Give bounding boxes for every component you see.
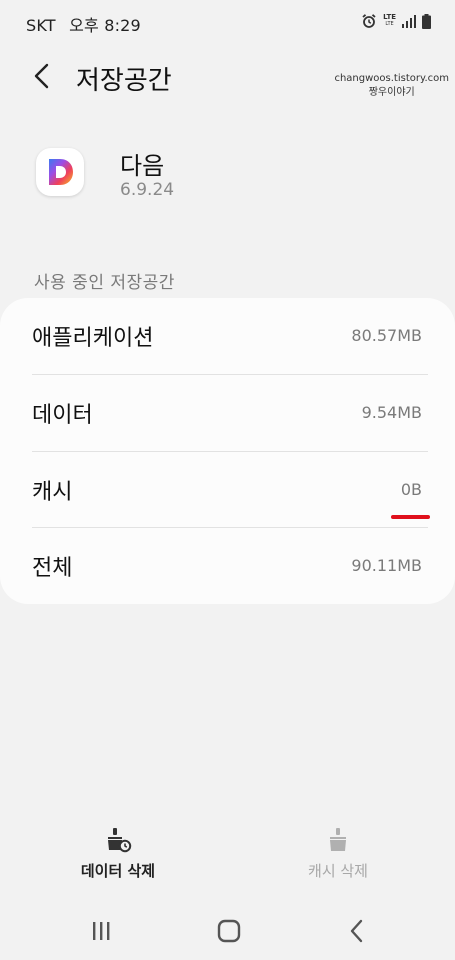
clock: 오후 8:29 bbox=[69, 16, 141, 35]
broom-clear-data-icon bbox=[108, 828, 132, 853]
storage-row-total: 전체 90.11MB bbox=[32, 528, 428, 604]
navigation-bar bbox=[0, 902, 455, 960]
back-nav-button[interactable] bbox=[342, 916, 372, 946]
status-icons: LTE LTE bbox=[361, 12, 431, 30]
header: 저장공간 changwoos.tistory.com 짱우이야기 bbox=[0, 52, 455, 100]
watermark: changwoos.tistory.com 짱우이야기 bbox=[334, 72, 449, 100]
home-button[interactable] bbox=[214, 916, 244, 946]
storage-screen: SKT 오후 8:29 LTE LTE 저장공간 changwoos.tisto… bbox=[0, 0, 455, 960]
cache-highlight-underline bbox=[391, 515, 430, 519]
clear-data-button[interactable]: 데이터 삭제 bbox=[28, 812, 208, 890]
app-name: 다음 bbox=[120, 152, 165, 180]
chevron-left-icon bbox=[34, 63, 49, 89]
carrier-label: SKT bbox=[26, 16, 56, 35]
row-label: 전체 bbox=[32, 556, 73, 581]
status-left: SKT 오후 8:29 bbox=[26, 12, 141, 36]
battery-icon bbox=[422, 13, 431, 29]
row-value: 0B bbox=[400, 480, 422, 499]
alarm-icon bbox=[362, 14, 376, 28]
daum-app-icon bbox=[36, 148, 84, 196]
row-label: 애플리케이션 bbox=[32, 326, 154, 351]
status-bar: SKT 오후 8:29 LTE LTE bbox=[0, 0, 455, 42]
home-icon bbox=[217, 919, 241, 943]
clear-cache-label: 캐시 삭제 bbox=[308, 862, 368, 880]
lte-icon: LTE LTE bbox=[383, 13, 396, 28]
storage-card: 애플리케이션 80.57MB 데이터 9.54MB 캐시 0B 전체 90.11… bbox=[0, 298, 455, 604]
bottom-actions: 데이터 삭제 캐시 삭제 bbox=[0, 812, 455, 892]
clear-cache-button[interactable]: 캐시 삭제 bbox=[248, 812, 428, 890]
app-version: 6.9.24 bbox=[120, 180, 175, 200]
row-label: 데이터 bbox=[32, 403, 93, 428]
storage-row-cache: 캐시 0B bbox=[32, 452, 428, 528]
storage-row-application: 애플리케이션 80.57MB bbox=[32, 298, 428, 374]
page-title: 저장공간 bbox=[76, 66, 172, 96]
watermark-url: changwoos.tistory.com bbox=[334, 73, 449, 84]
row-label: 캐시 bbox=[32, 480, 73, 505]
storage-row-data: 데이터 9.54MB bbox=[32, 375, 428, 451]
back-button[interactable] bbox=[28, 60, 58, 92]
recent-apps-icon bbox=[93, 922, 110, 940]
watermark-name: 짱우이야기 bbox=[368, 87, 415, 98]
signal-icon bbox=[402, 15, 416, 28]
section-label: 사용 중인 저장공간 bbox=[34, 273, 175, 293]
broom-clear-cache-icon bbox=[330, 828, 346, 851]
row-value: 9.54MB bbox=[361, 403, 422, 422]
clear-data-label: 데이터 삭제 bbox=[80, 862, 156, 880]
row-value: 80.57MB bbox=[351, 326, 422, 345]
recent-apps-button[interactable] bbox=[86, 916, 116, 946]
chevron-left-icon bbox=[350, 919, 363, 943]
app-info: 다음 6.9.24 bbox=[36, 148, 416, 208]
row-value: 90.11MB bbox=[351, 556, 422, 575]
